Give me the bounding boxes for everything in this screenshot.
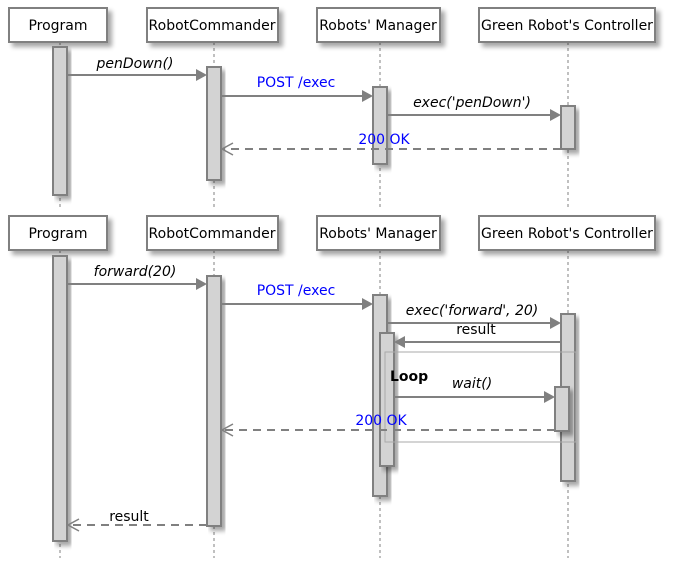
participant-label: Green Robot's Controller	[481, 18, 653, 34]
activation-robots-manager-nested	[379, 332, 395, 467]
arrow-head-icon	[196, 278, 207, 290]
participant-label: Robots' Manager	[319, 18, 437, 34]
message-label: forward(20)	[94, 264, 177, 280]
message-200-ok: 200 OK	[220, 132, 561, 156]
message-label: penDown()	[96, 56, 174, 72]
participant-robots-manager: Robots' Manager	[316, 215, 441, 251]
arrow-head-icon	[550, 317, 561, 329]
diagram-pen-down: Program RobotCommander Robots' Manager G…	[8, 7, 656, 208]
sequence-diagrams: Program RobotCommander Robots' Manager G…	[8, 7, 656, 558]
participant-robot-commander: RobotCommander	[146, 7, 279, 43]
message-label: result	[109, 509, 149, 525]
activation-green-robot-controller-nested	[554, 386, 570, 432]
arrow-head-icon	[394, 336, 405, 348]
arrow-head-icon	[544, 391, 555, 403]
message-result-return: result	[66, 509, 207, 532]
arrow-head-icon	[550, 109, 561, 121]
activation-program	[52, 46, 68, 196]
participant-label: Green Robot's Controller	[481, 226, 653, 242]
diagram-forward: Program RobotCommander Robots' Manager G…	[8, 215, 656, 558]
activation-robot-commander	[206, 66, 222, 181]
message-post-exec: POST /exec	[221, 283, 373, 310]
arrow-head-icon	[362, 298, 373, 310]
participant-green-robot-controller: Green Robot's Controller	[478, 215, 656, 251]
message-label: result	[456, 322, 496, 338]
message-label: exec('forward', 20)	[406, 303, 538, 319]
participant-robot-commander: RobotCommander	[146, 215, 279, 251]
arrow-head-icon	[362, 90, 373, 102]
message-label: 200 OK	[358, 132, 410, 148]
activation-program	[52, 255, 68, 542]
message-label: wait()	[452, 376, 492, 392]
message-result-sync: result	[394, 322, 561, 348]
participant-label: RobotCommander	[149, 226, 276, 242]
participant-robots-manager: Robots' Manager	[316, 7, 441, 43]
message-pen-down: penDown()	[67, 56, 207, 81]
participant-program: Program	[8, 7, 108, 43]
loop-label: Loop	[390, 369, 428, 385]
message-label: POST /exec	[257, 75, 336, 91]
participant-program: Program	[8, 215, 108, 251]
message-label: exec('penDown')	[413, 95, 531, 111]
participant-label: Program	[28, 226, 87, 242]
participant-label: RobotCommander	[149, 18, 276, 34]
message-forward: forward(20)	[67, 264, 207, 290]
message-label: POST /exec	[257, 283, 336, 299]
activation-robot-commander	[206, 275, 222, 527]
message-post-exec: POST /exec	[221, 75, 373, 102]
participant-green-robot-controller: Green Robot's Controller	[478, 7, 656, 43]
activation-robots-manager	[372, 86, 388, 165]
participant-label: Robots' Manager	[319, 226, 437, 242]
arrow-head-icon	[196, 69, 207, 81]
activation-green-robot-controller	[560, 105, 576, 150]
message-exec-pen-down: exec('penDown')	[387, 95, 561, 121]
message-label: 200 OK	[355, 413, 407, 429]
participant-label: Program	[28, 18, 87, 34]
